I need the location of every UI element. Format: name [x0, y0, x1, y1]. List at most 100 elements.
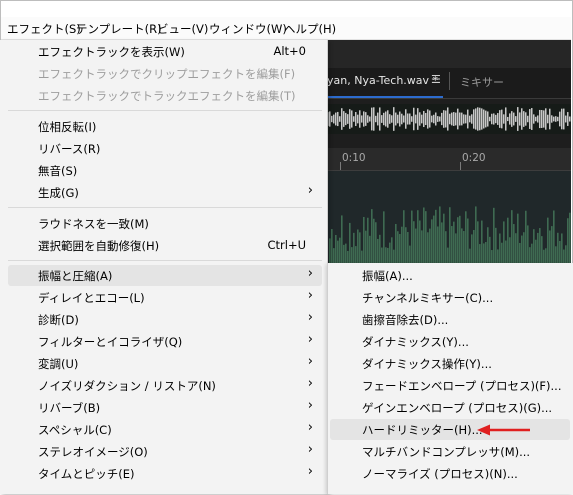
overview-wave-bar	[425, 112, 427, 126]
submenu-item-dynamics-processing[interactable]: ダイナミックス操作(Y)...	[328, 353, 573, 374]
overview-wave-bar	[525, 112, 527, 126]
overview-wave-bar	[385, 111, 387, 127]
menu-item-label: 振幅と圧縮(A)	[38, 269, 113, 283]
amplitude-submenu: 振幅(A)... チャンネルミキサー(C)... 歯擦音除去(D)... ダイナ…	[327, 263, 573, 494]
submenu-item-amplify[interactable]: 振幅(A)...	[328, 265, 573, 286]
submenu-chevron-icon: ›	[307, 398, 313, 413]
overview-wave-bar	[535, 116, 537, 122]
menu-item-delay-echo[interactable]: ディレイとエコー(L) ›	[8, 287, 322, 308]
overview-wave-bar	[563, 108, 565, 130]
menu-item-label: 変調(U)	[38, 357, 79, 371]
menu-view[interactable]: ビュー(V)	[157, 21, 208, 37]
overview-wave-bar	[413, 107, 415, 131]
menu-item-diagnostics[interactable]: 診断(D) ›	[8, 309, 322, 330]
menu-item-label: エフェクトラックを表示(W)	[38, 45, 185, 59]
overview-wave-bar	[491, 113, 493, 125]
overview-wave-bar	[547, 114, 549, 124]
submenu-item-label: ゲインエンベロープ (プロセス)(G)...	[362, 401, 553, 415]
overview-wave-bar	[507, 116, 509, 122]
submenu-item-multiband-compressor[interactable]: マルチバンドコンプレッサ(M)...	[328, 441, 573, 462]
overview-wave-bar	[463, 114, 465, 124]
menu-item-edit-clip-effects: エフェクトラックでクリップエフェクトを編集(F)	[8, 63, 322, 84]
menu-templates[interactable]: テンプレート(R)	[76, 21, 162, 37]
overview-wave-bar	[417, 108, 419, 130]
menu-item-filter-eq[interactable]: フィルターとイコライザ(Q) ›	[8, 331, 322, 352]
overview-wave-bar	[405, 109, 407, 129]
tab-editor-file[interactable]: yan, Nya-Tech.wav *	[327, 74, 438, 87]
overview-wave-bar	[509, 113, 511, 125]
submenu-item-dynamics[interactable]: ダイナミックス(Y)...	[328, 331, 573, 352]
overview-wave-bar	[379, 107, 381, 131]
overview-wave-bar	[519, 112, 521, 126]
menu-item-special[interactable]: スペシャル(C) ›	[8, 419, 322, 440]
overview-wave-bar	[331, 115, 333, 123]
overview-wave-bar	[459, 112, 461, 126]
menu-separator	[8, 260, 322, 261]
menu-item-reverb[interactable]: リバーブ(B) ›	[8, 397, 322, 418]
submenu-chevron-icon: ›	[307, 376, 313, 391]
menu-item-match-loudness[interactable]: ラウドネスを一致(M)	[8, 213, 322, 234]
submenu-item-fade-envelope[interactable]: フェードエンベロープ (プロセス)(F)...	[328, 375, 573, 396]
menu-help[interactable]: ヘルプ(H)	[284, 21, 336, 37]
overview-wave-bar	[431, 115, 433, 123]
menu-item-generate[interactable]: 生成(G) ›	[8, 182, 322, 203]
menu-item-modulation[interactable]: 変調(U) ›	[8, 353, 322, 374]
overview-wave-bar	[485, 110, 487, 128]
overview-wave-bar	[515, 116, 517, 122]
submenu-item-normalize[interactable]: ノーマライズ (プロセス)(N)...	[328, 463, 573, 484]
overview-wave-bar	[355, 112, 357, 126]
overview-wave-bar	[403, 115, 405, 123]
submenu-item-channel-mixer[interactable]: チャンネルミキサー(C)...	[328, 287, 573, 308]
submenu-item-gain-envelope[interactable]: ゲインエンベロープ (プロセス)(G)...	[328, 397, 573, 418]
menu-item-label: リバーブ(B)	[38, 401, 101, 415]
overview-wave-bar	[433, 114, 435, 124]
overview-wave-bar	[495, 114, 497, 124]
overview-wave-bar	[423, 110, 425, 128]
menu-item-label: 位相反転(I)	[38, 120, 97, 134]
submenu-chevron-icon: ›	[307, 354, 313, 369]
submenu-item-label: ダイナミックス(Y)...	[362, 335, 469, 349]
submenu-item-deesser[interactable]: 歯擦音除去(D)...	[328, 309, 573, 330]
menu-effects[interactable]: エフェクト(S)	[7, 21, 81, 37]
overview-wave-bar	[409, 113, 411, 125]
overview-wave-bar	[559, 111, 561, 127]
overview-wave-bar	[557, 116, 559, 122]
tab-mixer[interactable]: ミキサー	[460, 74, 504, 90]
overview-wave-bar	[553, 116, 555, 122]
overview-wave-bar	[411, 116, 413, 122]
overview-wave-bar	[367, 115, 369, 123]
submenu-item-label: ダイナミックス操作(Y)...	[362, 357, 492, 371]
submenu-item-label: ハードリミッター(H)...	[362, 423, 483, 437]
overview-wave-bar	[351, 110, 353, 128]
overview-wave-bar	[401, 113, 403, 125]
tab-menu-icon[interactable]: ☰	[431, 73, 441, 86]
overview-wave-bar	[347, 114, 349, 124]
overview-wave-bar	[549, 108, 551, 130]
overview-wave-bar	[521, 108, 523, 130]
overview-wave-bar	[399, 111, 401, 127]
overview-wave-bar	[341, 108, 343, 130]
menu-item-auto-heal[interactable]: 選択範囲を自動修復(H) Ctrl+U	[8, 235, 322, 256]
overview-wave-bar	[447, 107, 449, 131]
menu-item-show-effects-rack[interactable]: エフェクトラックを表示(W) Alt+0	[8, 41, 322, 62]
overview-wave-bar	[565, 115, 567, 123]
menu-item-silence[interactable]: 無音(S)	[8, 160, 322, 181]
overview-wave-bar	[461, 112, 463, 126]
menu-item-reverse[interactable]: リバース(R)	[8, 138, 322, 159]
menu-item-label: 診断(D)	[38, 313, 79, 327]
menu-item-noise-reduction[interactable]: ノイズリダクション / リストア(N) ›	[8, 375, 322, 396]
menu-item-stereo-imagery[interactable]: ステレオイメージ(O) ›	[8, 441, 322, 462]
submenu-item-hard-limiter[interactable]: ハードリミッター(H)...	[330, 419, 570, 440]
overview-wave-bar	[381, 115, 383, 123]
overview-wave-bar	[395, 112, 397, 126]
overview-wave-bar	[501, 109, 503, 129]
menu-item-time-pitch[interactable]: タイムとピッチ(E) ›	[8, 463, 322, 484]
submenu-chevron-icon: ›	[307, 310, 313, 325]
submenu-item-label: 振幅(A)...	[362, 269, 413, 283]
overview-wave-bar	[467, 109, 469, 129]
menu-window[interactable]: ウィンドウ(W)	[209, 21, 287, 37]
submenu-chevron-icon: ›	[307, 288, 313, 303]
menu-item-invert[interactable]: 位相反転(I)	[8, 116, 322, 137]
menu-item-edit-track-effects: エフェクトラックでトラックエフェクトを編集(T)	[8, 85, 322, 106]
menu-item-amplitude-compression[interactable]: 振幅と圧縮(A) ›	[8, 265, 322, 286]
